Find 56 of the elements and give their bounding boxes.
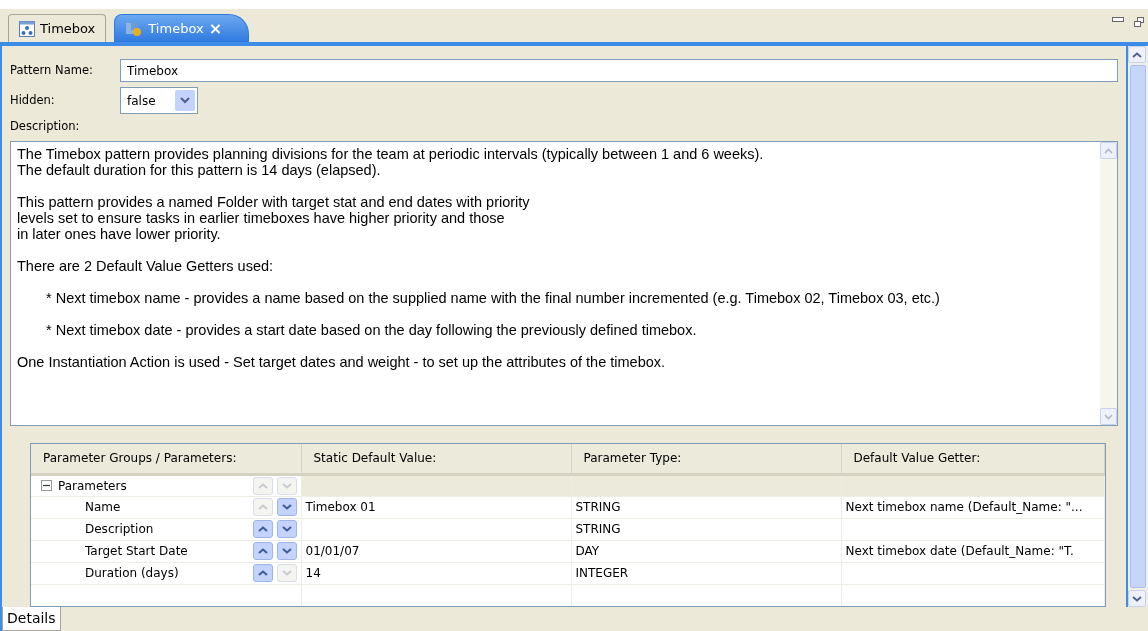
hidden-dropdown[interactable]: false	[120, 87, 198, 114]
chevron-up-icon	[257, 570, 268, 576]
column-header[interactable]: Default Value Getter:	[841, 444, 1105, 474]
chevron-down-icon	[281, 570, 292, 576]
chevron-down-icon	[281, 482, 292, 489]
minimize-icon[interactable]	[1112, 17, 1124, 23]
chevron-up-icon	[257, 504, 268, 510]
tree-item[interactable]: Target Start Date	[35, 542, 188, 560]
move-up-button[interactable]	[252, 542, 273, 560]
chevron-down-icon	[281, 504, 292, 510]
tree-item[interactable]: Description	[35, 520, 154, 538]
description-paragraph: * Next timebox name - provides a name based on the supplied name with the final number incremented (e.g. Timebox 02, Timebox 03, etc.)	[45, 290, 941, 306]
tree-item[interactable]: Duration (days)	[35, 564, 179, 582]
details-tab[interactable]: Details	[2, 607, 61, 631]
description-paragraph: One Instantiation Action is used - Set target dates and weight - to set up the attributes of the timebox.	[17, 354, 667, 370]
diagram-icon	[19, 20, 35, 37]
scrollbar-thumb[interactable]	[1130, 65, 1146, 588]
description-paragraph: The Timebox pattern provides planning divisions for the team at periodic intervals (typically between 1 and 6 weeks). The default duration for this pattern is 14 days (elapsed).	[17, 146, 765, 178]
move-down-button[interactable]	[276, 498, 297, 516]
table-cell: STRING	[571, 518, 841, 540]
table-cell: Next timebox name (Default_Name: "...	[841, 496, 1105, 518]
field-label: Pattern Name:	[10, 61, 94, 79]
restore-icon[interactable]	[1134, 17, 1144, 27]
scroll-down-icon[interactable]	[1128, 590, 1146, 607]
editor-tab[interactable]: Timebox	[8, 14, 107, 42]
column-header[interactable]: Parameter Groups / Parameters:	[31, 444, 301, 474]
move-down-button[interactable]	[276, 542, 297, 560]
table-cell: 01/01/07	[301, 540, 571, 562]
move-down-button[interactable]	[276, 520, 297, 538]
chevron-down-icon	[281, 548, 292, 554]
table-cell: 14	[301, 562, 571, 584]
chevron-up-icon	[257, 482, 268, 489]
table-cell: STRING	[571, 496, 841, 518]
column-header[interactable]: Static Default Value:	[301, 444, 571, 474]
tree-item[interactable]: Name	[35, 498, 121, 516]
table-cell: DAY	[571, 540, 841, 562]
pattern-icon	[125, 20, 144, 37]
description-paragraph: There are 2 Default Value Getters used:	[17, 258, 275, 274]
table-cell: Timebox 01	[301, 496, 571, 518]
table-cell: Next timebox date (Default_Name: "T.	[841, 540, 1105, 562]
description-paragraph: * Next timebox date - provides a start date based on the day following the previously defined timebox.	[45, 322, 698, 338]
pattern-name-field[interactable]: Timebox	[120, 59, 1118, 82]
column-header[interactable]: Parameter Type:	[571, 444, 841, 474]
chevron-down-icon	[180, 97, 190, 104]
table-cell: INTEGER	[571, 562, 841, 584]
field-label: Hidden:	[10, 91, 56, 109]
chevron-down-icon	[281, 526, 292, 532]
minus-icon	[43, 482, 50, 489]
move-up-button[interactable]	[252, 520, 273, 538]
field-label: Description:	[10, 118, 80, 136]
chevron-up-icon	[257, 526, 268, 532]
chevron-up-icon	[257, 548, 268, 554]
scroll-up-icon[interactable]	[1128, 46, 1146, 63]
description-paragraph: This pattern provides a named Folder with target stat and end dates with priority levels set to ensure tasks in earlier timeboxes have higher priority and those in later ones have lower priority.	[17, 194, 531, 242]
collapse-toggle[interactable]	[41, 480, 52, 491]
move-up-button[interactable]	[252, 564, 273, 582]
